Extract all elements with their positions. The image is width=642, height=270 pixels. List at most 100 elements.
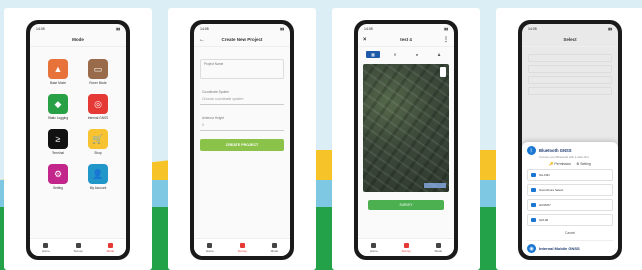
settings-box[interactable] [528,87,612,95]
antenna-height-field[interactable]: Antenna Height 0 [200,111,284,131]
mode-tile[interactable]: ▭ Rover Mode [78,59,118,85]
measure-tool-icon[interactable]: ✕ [388,51,402,58]
coordinate-value: Choose coordinate system [202,97,244,101]
nav-label: Survey [401,248,411,253]
terminal-icon: ≥ [48,129,68,149]
nav-home[interactable]: Home [369,242,378,253]
gnss-icon: ◎ [88,94,108,114]
bottom-nav: Home Survey Mode [30,238,126,256]
device-item[interactable]: SA-F9N [527,169,613,181]
bluetooth-sheet: ᛒ Bluetooth GNSS Connect your Bluetooth … [522,142,618,256]
nav-home[interactable]: Home [41,242,50,253]
sheet-title: Bluetooth GNSS [539,148,572,153]
survey-button[interactable]: SURVEY [368,200,444,210]
nav-label: Home [369,248,378,253]
settings-box[interactable] [528,76,612,84]
rover-icon: ▭ [88,59,108,79]
device-name: GM-06 [539,218,549,222]
app-bar: Mode [30,33,126,47]
phone-frame: 14:05 ▮▮ Mode ▲ Base Mode ▭ Rover Mode ◆ Stat… [26,20,130,260]
mode-tile[interactable]: ◎ Internal GNSS [78,94,118,120]
nav-survey[interactable]: Survey [401,242,411,253]
layers-tool-icon[interactable]: ▦ [366,51,380,58]
nav-survey[interactable]: Survey [74,242,83,253]
page-title: test 4 [400,37,412,42]
mode-tile[interactable]: 🛒 Shop [78,129,118,155]
device-list: SA-F9N SoundCore Select HC06/07 GM-06 [527,169,613,226]
screenshot-card-map: 14:05 ▮▮ × test 4 ⋮ ▦ ✕ ● ♟ SURVEY Home [332,8,480,270]
nav-home[interactable]: Home [206,242,214,253]
mode-tile[interactable]: ◆ Static Logging [38,94,78,120]
home-screen: 14:05 ▮▮ Mode ▲ Base Mode ▭ Rover Mode ◆ Stat… [30,24,126,256]
settings-box[interactable] [528,54,612,62]
device-item[interactable]: HC06/07 [527,199,613,211]
zoom-control[interactable] [440,67,446,77]
internal-gnss-option[interactable]: ◉ Internal Mobile GNSS [527,240,613,253]
survey-icon [75,242,81,248]
more-icon[interactable]: ⋮ [443,36,449,43]
back-arrow-icon[interactable]: ← [199,37,205,43]
bluetooth-icon: ᛒ [527,146,536,155]
bottom-nav: Home Survey Mode [358,238,454,256]
device-icon [531,203,536,207]
nav-label: Mode [106,248,115,253]
project-form: Project Name Coordinate System Choose co… [194,47,290,157]
nav-label: Survey [237,248,247,253]
coordinate-system-field[interactable]: Coordinate System Choose coordinate syst… [200,85,284,105]
nav-label: Home [41,248,50,253]
nav-survey[interactable]: Survey [237,242,247,253]
mode-icon [271,242,277,248]
settings-box[interactable] [528,65,612,73]
antenna-label: Antenna Height [202,116,224,120]
close-icon[interactable]: × [363,37,367,43]
setting-button[interactable]: ⚙ Setting [576,162,591,166]
internal-title: Internal Mobile GNSS [539,246,580,251]
account-icon: 👤 [88,164,108,184]
tile-label: Base Mode [49,81,67,85]
device-icon [531,218,536,222]
device-name: SoundCore Select [539,188,564,192]
create-project-button[interactable]: CREATE PROJECT [200,139,284,151]
nav-mode[interactable]: Mode [270,242,279,253]
device-item[interactable]: GM-06 [527,214,613,226]
project-name-field[interactable]: Project Name [200,59,284,79]
status-bar: 14:05 ▮▮ [194,24,290,33]
nav-mode[interactable]: Mode [106,242,115,253]
permission-button[interactable]: 🔑 Permission [549,162,571,166]
tile-label: Internal GNSS [87,116,109,120]
tile-label: Static Logging [47,116,69,120]
device-item[interactable]: SoundCore Select [527,184,613,196]
page-title: Select [563,37,577,42]
select-screen: 14:05 ▮▮ Select ᛒ Bluetooth GNSS Connect… [522,24,618,256]
status-bar: 14:05 ▮▮ [522,24,618,33]
project-name-label: Project Name [204,62,224,66]
cancel-button[interactable]: Cancel [527,231,613,235]
mode-tile[interactable]: 👤 My Account [78,164,118,190]
base-icon: ▲ [48,59,68,79]
nav-mode[interactable]: Mode [434,242,443,253]
satellite-map[interactable] [363,64,449,192]
nav-label: Mode [270,248,279,253]
permission-label: Permission [554,162,572,166]
device-name: HC06/07 [539,203,551,207]
app-bar: × test 4 ⋮ [358,33,454,47]
phone-frame: 14:05 ▮▮ Select ᛒ Bluetooth GNSS Connect… [518,20,622,260]
mode-tile[interactable]: ⚙ Setting [38,164,78,190]
nav-label: Mode [434,248,443,253]
user-tool-icon[interactable]: ♟ [432,51,446,58]
survey-icon [403,242,409,248]
map-scale [424,183,446,188]
device-icon [531,188,536,192]
mode-tile[interactable]: ≥ Terminal [38,129,78,155]
setting-label: Setting [580,162,591,166]
screenshot-card-create: 14:05 ▮▮ ← Create New Project Project Na… [168,8,316,270]
phone-frame: 14:05 ▮▮ × test 4 ⋮ ▦ ✕ ● ♟ SURVEY Home [354,20,458,260]
tile-label: Setting [53,186,63,190]
mode-tile[interactable]: ▲ Base Mode [38,59,78,85]
point-tool-icon[interactable]: ● [410,51,424,58]
phone-frame: 14:05 ▮▮ ← Create New Project Project Na… [190,20,294,260]
sheet-header: ᛒ Bluetooth GNSS [527,146,613,155]
tile-label: My Account [89,186,107,190]
home-icon [371,242,377,248]
logging-icon: ◆ [48,94,68,114]
